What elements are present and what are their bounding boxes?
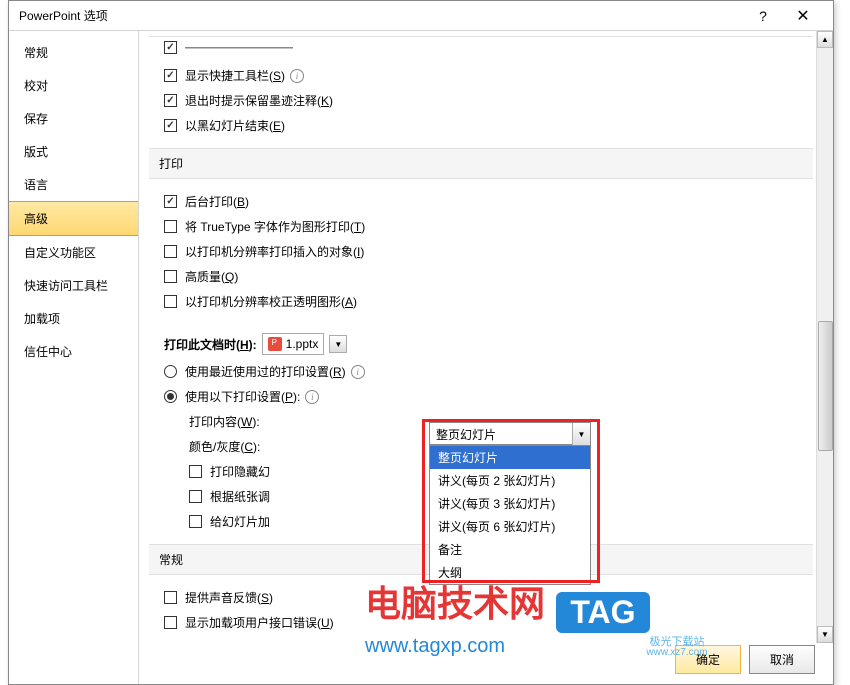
combo-value[interactable]: 整页幻灯片 ▼	[429, 422, 591, 445]
truncated-option: —————————	[149, 36, 813, 58]
info-icon[interactable]	[290, 69, 304, 83]
checkbox-icon[interactable]	[164, 591, 177, 604]
sidebar-item-proofing[interactable]: 校对	[9, 69, 138, 102]
checkbox-icon[interactable]	[164, 195, 177, 208]
checkbox-icon[interactable]	[164, 119, 177, 132]
dropdown-item[interactable]: 讲义(每页 6 张幻灯片)	[430, 515, 590, 538]
info-icon[interactable]	[305, 390, 319, 404]
option-end-black[interactable]: 以黑幻灯片结束(E)	[149, 113, 813, 138]
info-icon[interactable]	[351, 365, 365, 379]
sidebar-item-advanced[interactable]: 高级	[9, 201, 138, 236]
close-button[interactable]: ✕	[783, 1, 823, 31]
sidebar-item-save[interactable]: 保存	[9, 102, 138, 135]
checkbox-icon[interactable]	[164, 245, 177, 258]
print-doc-row: 打印此文档时(H): 1.pptx ▼	[149, 329, 813, 359]
checkbox-icon[interactable]	[164, 69, 177, 82]
vertical-scrollbar[interactable]: ▲ ▼	[816, 31, 833, 643]
checkbox-icon[interactable]	[164, 616, 177, 629]
sidebar-item-customize-ribbon[interactable]: 自定义功能区	[9, 236, 138, 269]
checkbox-icon[interactable]	[164, 295, 177, 308]
sidebar-item-layout[interactable]: 版式	[9, 135, 138, 168]
dropdown-item[interactable]: 讲义(每页 3 张幻灯片)	[430, 492, 590, 515]
dropdown-item[interactable]: 整页幻灯片	[430, 446, 590, 469]
dropdown-item[interactable]: 备注	[430, 538, 590, 561]
chevron-down-icon[interactable]: ▼	[329, 335, 347, 353]
option-keep-ink[interactable]: 退出时提示保留墨迹注释(K)	[149, 88, 813, 113]
help-button[interactable]: ?	[743, 1, 783, 31]
titlebar: PowerPoint 选项 ? ✕	[9, 1, 833, 31]
option-high-quality[interactable]: 高质量(Q)	[149, 264, 813, 289]
pptx-file-icon	[268, 337, 282, 351]
doc-dropdown[interactable]: 1.pptx	[262, 333, 325, 355]
sidebar: 常规 校对 保存 版式 语言 高级 自定义功能区 快速访问工具栏 加载项 信任中…	[9, 31, 139, 684]
chevron-down-icon[interactable]: ▼	[572, 423, 590, 445]
watermark-small-url: www.xz7.com	[646, 647, 707, 658]
watermark: 电脑技术网 TAG www.tagxp.com 极光下载站 www.xz7.co…	[365, 575, 650, 658]
radio-icon[interactable]	[164, 365, 177, 378]
checkbox-icon[interactable]	[189, 465, 202, 478]
checkbox-icon[interactable]	[164, 270, 177, 283]
section-print: 打印	[149, 148, 813, 179]
watermark-text: 电脑技术网	[365, 583, 545, 624]
radio-icon[interactable]	[164, 390, 177, 403]
watermark-tag: TAG	[556, 592, 649, 633]
option-printer-res[interactable]: 以打印机分辨率打印插入的对象(I)	[149, 239, 813, 264]
sidebar-item-language[interactable]: 语言	[9, 168, 138, 201]
radio-following-settings[interactable]: 使用以下打印设置(P):	[149, 384, 813, 409]
watermark-url: www.tagxp.com	[365, 635, 650, 658]
sidebar-item-trust-center[interactable]: 信任中心	[9, 335, 138, 368]
checkbox-icon[interactable]	[164, 94, 177, 107]
scroll-thumb[interactable]	[818, 321, 833, 451]
sidebar-item-addins[interactable]: 加载项	[9, 302, 138, 335]
sidebar-item-general[interactable]: 常规	[9, 36, 138, 69]
option-bg-print[interactable]: 后台打印(B)	[149, 189, 813, 214]
print-content-dropdown-list[interactable]: 整页幻灯片 ▼ 整页幻灯片 讲义(每页 2 张幻灯片) 讲义(每页 3 张幻灯片…	[429, 445, 591, 585]
sidebar-item-qat[interactable]: 快速访问工具栏	[9, 269, 138, 302]
option-truetype[interactable]: 将 TrueType 字体作为图形打印(T)	[149, 214, 813, 239]
checkbox-icon[interactable]	[189, 515, 202, 528]
checkbox-icon[interactable]	[189, 490, 202, 503]
cancel-button[interactable]: 取消	[749, 645, 815, 674]
checkbox-icon[interactable]	[164, 41, 177, 54]
checkbox-icon[interactable]	[164, 220, 177, 233]
scroll-down-icon[interactable]: ▼	[817, 626, 833, 643]
dialog-title: PowerPoint 选项	[19, 7, 743, 24]
option-show-toolbar[interactable]: 显示快捷工具栏(S)	[149, 63, 813, 88]
scroll-up-icon[interactable]: ▲	[817, 31, 833, 48]
option-correct-trans[interactable]: 以打印机分辨率校正透明图形(A)	[149, 289, 813, 314]
dropdown-item[interactable]: 讲义(每页 2 张幻灯片)	[430, 469, 590, 492]
radio-recent-settings[interactable]: 使用最近使用过的打印设置(R)	[149, 359, 813, 384]
